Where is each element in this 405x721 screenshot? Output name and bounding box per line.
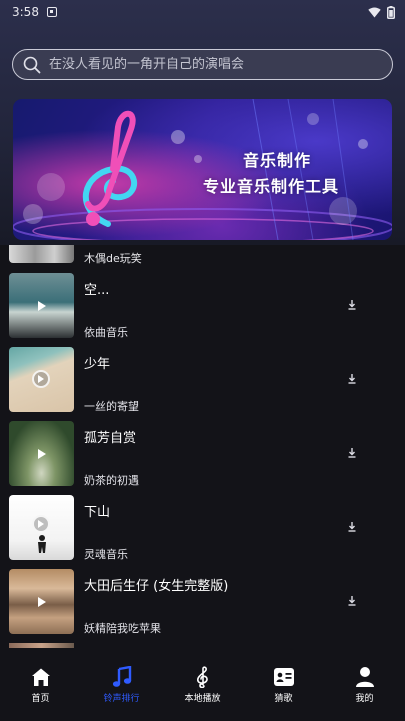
play-icon[interactable] <box>34 298 49 313</box>
banner-title: 音乐制作 <box>243 151 312 170</box>
song-row[interactable]: 孤芳自赏 奶茶的初遇 <box>0 421 405 487</box>
download-icon[interactable] <box>346 595 358 607</box>
download-icon[interactable] <box>346 299 358 311</box>
search-input[interactable] <box>49 57 379 72</box>
song-row[interactable]: 空... 依曲音乐 <box>0 273 405 339</box>
partial-thumbnail[interactable] <box>9 245 74 263</box>
user-icon <box>354 666 376 688</box>
banner-artwork <box>13 99 392 240</box>
play-icon[interactable] <box>34 446 49 461</box>
download-icon[interactable] <box>346 373 358 385</box>
song-title: 下山 <box>84 505 111 520</box>
nav-label: 我的 <box>355 694 374 704</box>
song-thumbnail[interactable] <box>9 347 74 412</box>
nav-item-guess-song[interactable]: 猜歌 <box>254 666 314 704</box>
battery-icon <box>387 5 395 19</box>
song-artist: 依曲音乐 <box>84 326 128 339</box>
nav-item-home[interactable]: 首页 <box>11 666 71 704</box>
search-icon <box>23 56 41 73</box>
treble-clef-icon <box>192 666 214 688</box>
song-artist: 一丝的寄望 <box>84 400 139 413</box>
song-row[interactable]: 大田后生仔 (女生完整版) 妖精陪我吃苹果 <box>0 569 405 635</box>
nav-item-ringtone-rank[interactable]: 铃声排行 <box>92 666 152 704</box>
status-time: 3:58 <box>12 5 39 19</box>
search-bar[interactable] <box>12 49 393 80</box>
song-thumbnail[interactable] <box>9 495 74 560</box>
home-icon <box>30 666 52 688</box>
song-row[interactable]: 下山 灵魂音乐 <box>0 495 405 561</box>
song-artist: 灵魂音乐 <box>84 548 128 561</box>
song-thumbnail[interactable] <box>9 421 74 486</box>
music-note-icon <box>111 666 133 688</box>
play-icon[interactable] <box>32 515 50 533</box>
song-thumbnail[interactable] <box>9 569 74 634</box>
status-bar: 3:58 <box>0 0 405 24</box>
banner-subtitle: 专业音乐制作工具 <box>203 177 340 196</box>
song-title: 孤芳自赏 <box>84 431 137 446</box>
promo-banner[interactable]: 音乐制作 专业音乐制作工具 <box>13 99 392 240</box>
nav-label: 首页 <box>31 694 50 704</box>
play-icon[interactable] <box>32 370 50 388</box>
bottom-nav: 首页 铃声排行 本地播放 猜歌 我的 <box>0 648 405 721</box>
song-title: 大田后生仔 (女生完整版) <box>84 579 229 594</box>
nav-item-local-play[interactable]: 本地播放 <box>173 666 233 704</box>
notification-icon <box>46 7 57 17</box>
song-thumbnail[interactable] <box>9 273 74 338</box>
nav-label: 铃声排行 <box>103 694 140 704</box>
download-icon[interactable] <box>346 521 358 533</box>
song-title: 少年 <box>84 357 111 372</box>
song-list: 木偶de玩笑 空... 依曲音乐 少年 一丝的寄望 孤芳自赏 奶茶的初遇 下山 … <box>0 245 405 648</box>
quiz-card-icon <box>273 666 295 688</box>
nav-label: 猜歌 <box>274 694 293 704</box>
song-artist: 奶茶的初遇 <box>84 474 139 487</box>
play-icon[interactable] <box>34 594 49 609</box>
song-row[interactable]: 少年 一丝的寄望 <box>0 347 405 413</box>
download-icon[interactable] <box>346 447 358 459</box>
partial-song-artist: 木偶de玩笑 <box>84 252 142 265</box>
song-title: 空... <box>84 283 110 298</box>
nav-label: 本地播放 <box>184 694 221 704</box>
wifi-icon <box>368 7 381 17</box>
song-artist: 妖精陪我吃苹果 <box>84 622 161 635</box>
nav-item-profile[interactable]: 我的 <box>335 666 395 704</box>
